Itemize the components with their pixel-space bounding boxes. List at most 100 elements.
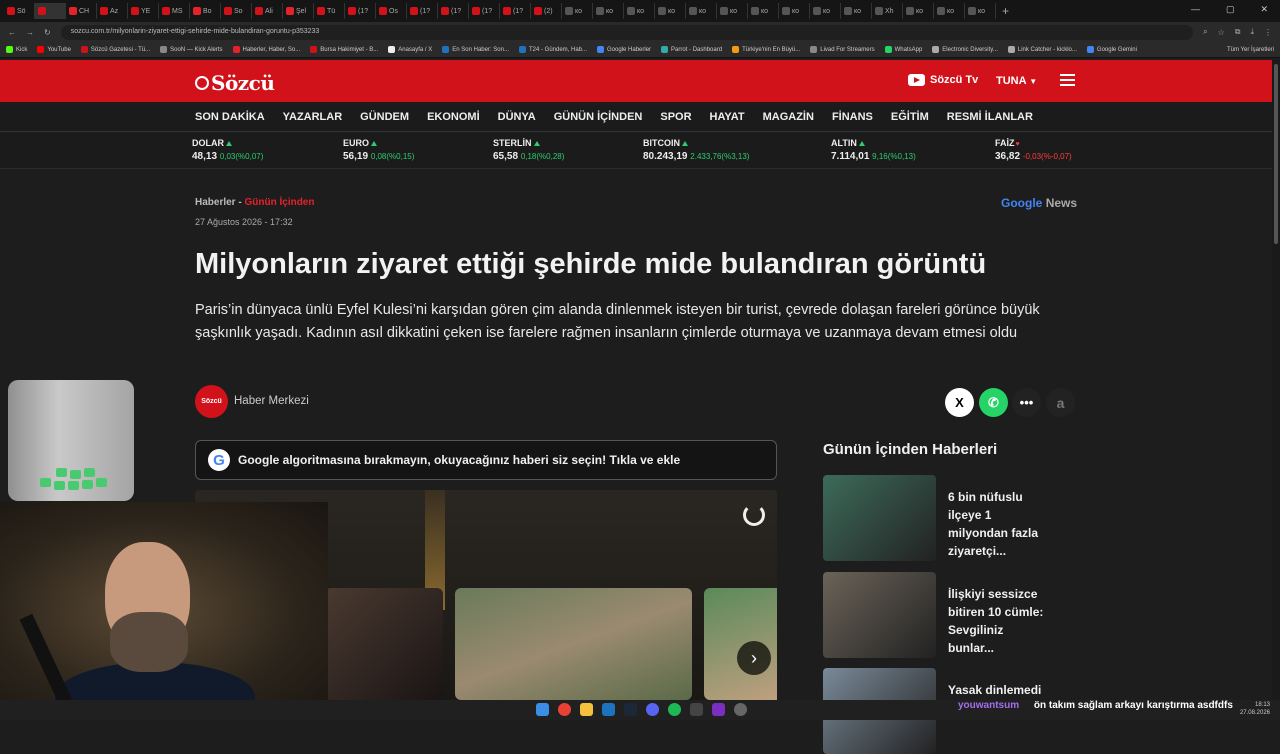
browser-tab[interactable]: (1?: [345, 3, 376, 19]
bookmark-item[interactable]: Parrot - Dashboard: [661, 46, 722, 53]
video-thumbnail[interactable]: [325, 588, 443, 700]
browser-tab[interactable]: Os: [376, 3, 407, 19]
reload-icon[interactable]: ↻: [44, 28, 51, 37]
more-share-icon[interactable]: •••: [1012, 388, 1041, 417]
browser-tab[interactable]: ко: [934, 3, 965, 19]
bookmark-item[interactable]: WhatsApp: [884, 46, 922, 53]
nav-item[interactable]: EĞİTİM: [891, 111, 929, 123]
google-news-link[interactable]: Google News: [1001, 196, 1077, 210]
nav-item[interactable]: FİNANS: [832, 111, 873, 123]
bookmark-item[interactable]: SooN — Kick Alerts: [160, 46, 223, 53]
zoom-icon[interactable]: ⌕: [1203, 27, 1207, 37]
steam-icon[interactable]: [624, 703, 637, 716]
video-thumbnail[interactable]: [455, 588, 692, 700]
whatsapp-share-icon[interactable]: ✆: [979, 388, 1008, 417]
browser-tab[interactable]: ко: [841, 3, 872, 19]
browser-tab[interactable]: Tü: [314, 3, 345, 19]
replay-icon[interactable]: [743, 504, 765, 526]
bookmark-item[interactable]: Sözcü Gazetesi - Tü...: [80, 46, 150, 53]
browser-tab[interactable]: (1?: [438, 3, 469, 19]
minimize-icon[interactable]: —: [1191, 4, 1200, 15]
browser-tab[interactable]: ко: [624, 3, 655, 19]
video-thumbnail[interactable]: [704, 588, 777, 700]
app-icon[interactable]: [734, 703, 747, 716]
extensions-icon[interactable]: ⧉: [1235, 27, 1241, 37]
font-size-icon[interactable]: a: [1046, 388, 1075, 417]
market-item[interactable]: ALTIN 7.114,01 9,16(%0,13): [831, 138, 916, 162]
nav-item[interactable]: DÜNYA: [498, 111, 536, 123]
browser-tab[interactable]: Ali: [252, 3, 283, 19]
nav-item[interactable]: GÜNDEM: [360, 111, 409, 123]
browser-tab[interactable]: ко: [748, 3, 779, 19]
bookmark-item[interactable]: Google Haberler: [597, 46, 651, 53]
windows-start-icon[interactable]: [536, 703, 549, 716]
bookmark-item[interactable]: En Son Haber: Son...: [442, 46, 509, 53]
bookmark-item[interactable]: Link Catcher - kicklo...: [1007, 46, 1077, 53]
nav-item[interactable]: SON DAKİKA: [195, 111, 265, 123]
market-item[interactable]: FAİZ♥ 36,82 -0,03(%-0,07): [995, 138, 1072, 162]
nav-item[interactable]: MAGAZİN: [763, 111, 814, 123]
author-avatar[interactable]: Sözcü: [195, 385, 228, 418]
bookmark-item[interactable]: Bursa Hakimiyet - B...: [310, 46, 378, 53]
browser-tab[interactable]: ко: [717, 3, 748, 19]
nav-item[interactable]: HAYAT: [710, 111, 745, 123]
breadcrumb-home[interactable]: Haberler: [195, 197, 236, 208]
browser-tab[interactable]: ко: [562, 3, 593, 19]
app-icon[interactable]: [690, 703, 703, 716]
sozcu-tv-link[interactable]: Sözcü Tv: [908, 74, 978, 86]
browser-tab[interactable]: CH: [66, 3, 97, 19]
browser-tab[interactable]: ко: [810, 3, 841, 19]
browser-tab[interactable]: MS: [159, 3, 190, 19]
x-share-icon[interactable]: X: [945, 388, 974, 417]
browser-tab[interactable]: ко: [965, 3, 996, 19]
market-item[interactable]: DOLAR 48,13 0,03(%0,07): [192, 138, 263, 162]
maximize-icon[interactable]: ▢: [1226, 4, 1235, 15]
browser-tab[interactable]: ко: [655, 3, 686, 19]
browser-tab[interactable]: (2): [531, 3, 562, 19]
url-field[interactable]: sozcu.com.tr/milyonlarin-ziyaret-ettigi-…: [60, 24, 1194, 40]
hamburger-menu-icon[interactable]: [1060, 74, 1075, 86]
nav-item[interactable]: RESMİ İLANLAR: [947, 111, 1033, 123]
all-bookmarks-folder[interactable]: Tüm Yer İşaretleri: [1227, 47, 1274, 53]
close-icon[interactable]: ✕: [1260, 4, 1268, 15]
menu-dots-icon[interactable]: ⋮: [1264, 28, 1272, 37]
file-explorer-icon[interactable]: [580, 703, 593, 716]
browser-tab[interactable]: Bo: [190, 3, 221, 19]
chrome-icon[interactable]: [558, 703, 571, 716]
browser-tab[interactable]: Şel: [283, 3, 314, 19]
browser-tab[interactable]: (1?: [500, 3, 531, 19]
chevron-right-icon[interactable]: ›: [737, 641, 771, 675]
browser-tab[interactable]: ко: [593, 3, 624, 19]
bookmark-item[interactable]: T24 - Gündem, Hab...: [518, 46, 587, 53]
sidebar-news-item[interactable]: 6 bin nüfuslu ilçeye 1 milyondan fazla z…: [823, 475, 1049, 561]
browser-tab[interactable]: ко: [779, 3, 810, 19]
edge-icon[interactable]: [602, 703, 615, 716]
browser-tab[interactable]: Xh: [872, 3, 903, 19]
nav-item[interactable]: GÜNÜN İÇİNDEN: [554, 111, 643, 123]
bookmark-item[interactable]: Google Gemini: [1086, 46, 1137, 53]
browser-tab[interactable]: YE: [128, 3, 159, 19]
browser-tab[interactable]: (1?: [469, 3, 500, 19]
spotify-icon[interactable]: [668, 703, 681, 716]
market-item[interactable]: STERLİN 65,58 0,18(%0,28): [493, 138, 564, 162]
bookmark-item[interactable]: Electronic Diversity...: [932, 46, 998, 53]
browser-tab[interactable]: Sö: [4, 3, 35, 19]
browser-tab[interactable]: ко: [903, 3, 934, 19]
market-item[interactable]: BITCOIN 80.243,19 2.433,76(%3,13): [643, 138, 749, 162]
bookmark-star-icon[interactable]: ☆: [1218, 28, 1225, 37]
forward-icon[interactable]: →: [26, 28, 34, 37]
breadcrumb-section[interactable]: Günün İçinden: [244, 197, 314, 208]
sidebar-news-item[interactable]: İlişkiyi sessizce bitiren 10 cümle: Sevg…: [823, 572, 1049, 658]
nav-item[interactable]: SPOR: [660, 111, 691, 123]
download-icon[interactable]: ⤓: [1250, 27, 1254, 37]
back-icon[interactable]: ←: [8, 28, 16, 37]
bookmark-item[interactable]: Kick: [6, 46, 27, 53]
nav-item[interactable]: YAZARLAR: [283, 111, 343, 123]
market-item[interactable]: EURO 56,19 0,08(%0,15): [343, 138, 414, 162]
bookmark-item[interactable]: YouTube: [37, 46, 71, 53]
discord-icon[interactable]: [646, 703, 659, 716]
browser-tab[interactable]: Az: [97, 3, 128, 19]
user-menu[interactable]: TUNA ▼: [996, 75, 1037, 87]
app-icon[interactable]: [712, 703, 725, 716]
google-follow-banner[interactable]: G Google algoritmasına bırakmayın, okuya…: [195, 440, 777, 480]
